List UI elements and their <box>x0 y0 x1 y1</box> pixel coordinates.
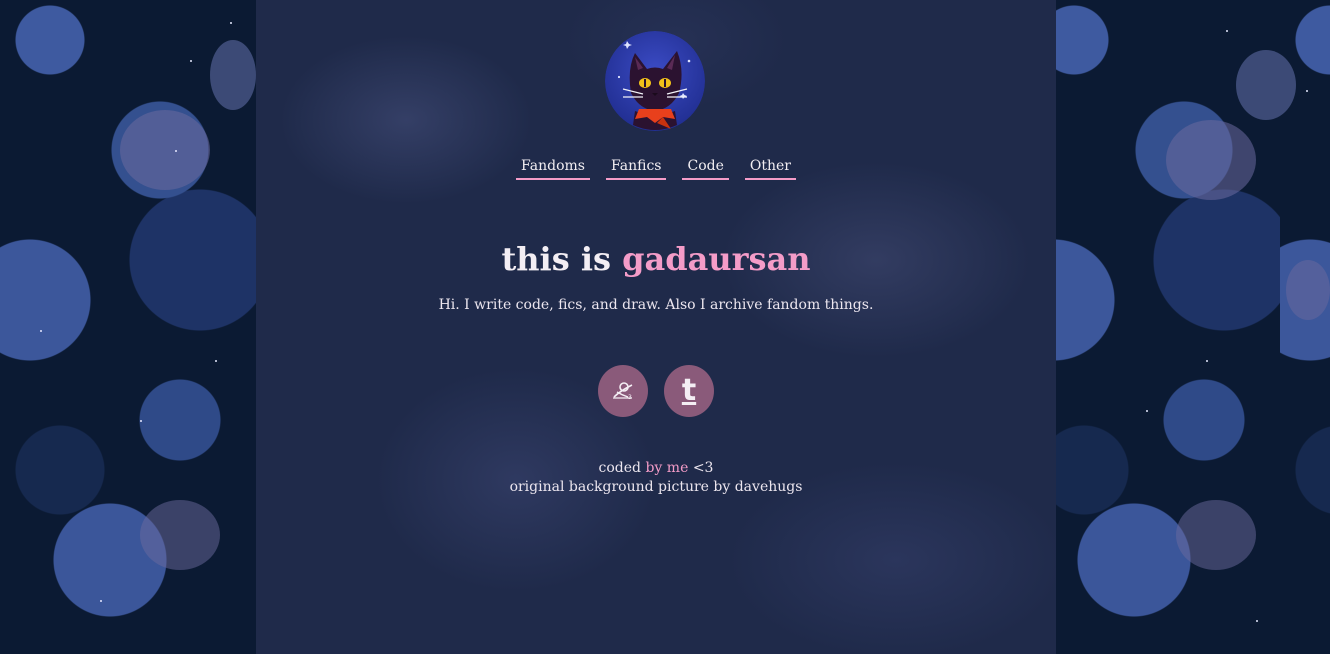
nav-link-fanfics[interactable]: Fanfics <box>605 156 667 180</box>
left-background-art <box>0 0 256 654</box>
social-links: 3 t <box>256 365 1056 417</box>
tumblr-link-button[interactable]: t <box>664 365 714 417</box>
avatar[interactable] <box>605 31 705 131</box>
footer-credit-line: coded by me <3 <box>256 459 1056 478</box>
tagline: Hi. I write code, fics, and draw. Also I… <box>438 297 874 313</box>
right-background-art <box>1056 0 1330 654</box>
background-credit: original background picture by davehugs <box>509 479 803 495</box>
footer-coded-text: coded <box>598 460 642 476</box>
title-username: gadaursan <box>622 240 811 278</box>
title-prefix: this is <box>501 240 612 278</box>
page-title: this is gadaursan <box>256 240 1056 278</box>
svg-text:3: 3 <box>628 394 632 401</box>
tumblr-icon: t <box>681 373 697 408</box>
by-me-link[interactable]: by me <box>645 460 688 476</box>
nav-link-code[interactable]: Code <box>682 156 729 180</box>
footer: coded by me <3 original background pictu… <box>256 459 1056 497</box>
nav-link-fandoms[interactable]: Fandoms <box>516 156 590 180</box>
footer-heart-text: <3 <box>692 460 714 476</box>
main-panel: Fandoms Fanfics Code Other this is gadau… <box>256 0 1056 654</box>
cat-avatar-icon <box>605 31 705 131</box>
nav-link-other[interactable]: Other <box>744 156 796 180</box>
ao3-link-button[interactable]: 3 <box>598 365 648 417</box>
ao3-icon: 3 <box>613 382 633 401</box>
main-nav: Fandoms Fanfics Code Other <box>256 156 1056 180</box>
